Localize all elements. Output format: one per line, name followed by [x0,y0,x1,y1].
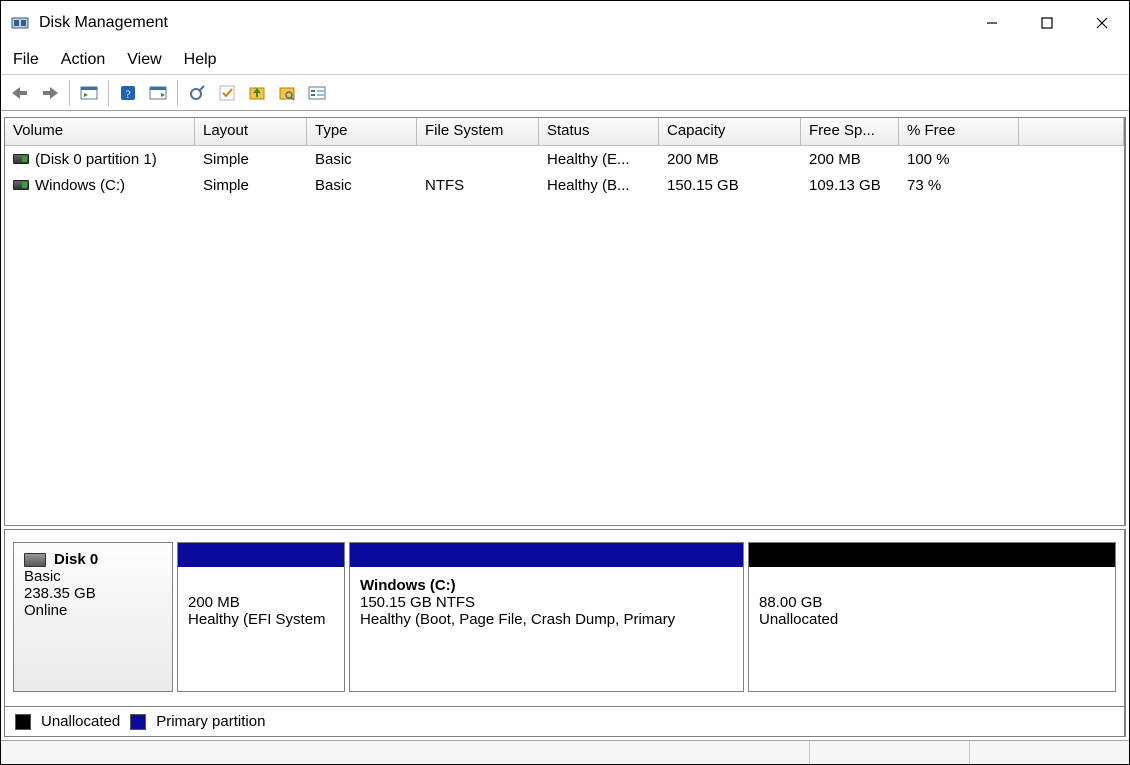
menu-view[interactable]: View [127,51,161,69]
partition-line1: 200 MB [188,594,334,611]
show-hide-console-tree-button[interactable] [76,80,102,106]
column-filesystem[interactable]: File System [417,118,539,145]
statusbar [1,740,1129,764]
disk-info-box[interactable]: Disk 0 Basic 238.35 GB Online [13,542,173,692]
partition-line1: 88.00 GB [759,594,1105,611]
legend-label-unallocated: Unallocated [41,713,120,730]
cell-pct: 100 % [899,149,1019,170]
disk-capacity: 238.35 GB [24,585,162,602]
window-controls [964,1,1129,45]
window-title: Disk Management [39,14,964,32]
disk-state: Online [24,602,162,619]
legend: Unallocated Primary partition [5,706,1124,736]
properties-button[interactable] [145,80,171,106]
close-button[interactable] [1074,1,1129,45]
up-button[interactable] [244,80,270,106]
cell-volume: (Disk 0 partition 1) [35,151,157,168]
disk-name: Disk 0 [54,551,98,568]
cell-type: Basic [307,175,417,196]
partition-color-band [749,543,1115,567]
cell-capacity: 200 MB [659,149,801,170]
cell-free: 109.13 GB [801,175,899,196]
column-capacity[interactable]: Capacity [659,118,801,145]
volume-list[interactable]: Volume Layout Type File System Status Ca… [4,117,1126,526]
partition-line2: Healthy (Boot, Page File, Crash Dump, Pr… [360,611,733,628]
column-volume[interactable]: Volume [5,118,195,145]
cell-status: Healthy (B... [539,175,659,196]
column-spacer [1019,118,1124,145]
menu-action[interactable]: Action [61,51,105,69]
maximize-button[interactable] [1019,1,1074,45]
partition-block[interactable]: Windows (C:) 150.15 GB NTFS Healthy (Boo… [349,542,744,692]
toolbar: ? [1,75,1129,111]
menubar: File Action View Help [1,45,1129,75]
cell-free: 200 MB [801,149,899,170]
svg-text:?: ? [125,87,130,101]
cell-capacity: 150.15 GB [659,175,801,196]
cell-layout: Simple [195,149,307,170]
legend-label-primary: Primary partition [156,713,265,730]
partition-title: Windows (C:) [360,577,733,594]
cell-type: Basic [307,149,417,170]
column-layout[interactable]: Layout [195,118,307,145]
volume-icon [13,154,29,164]
partition-line2: Unallocated [759,611,1105,628]
toolbar-separator [108,80,109,106]
disk-graphic-pane: Disk 0 Basic 238.35 GB Online 200 MB Hea… [4,529,1126,737]
refresh-button[interactable] [184,80,210,106]
menu-file[interactable]: File [13,51,39,69]
column-status[interactable]: Status [539,118,659,145]
column-type[interactable]: Type [307,118,417,145]
cell-pct: 73 % [899,175,1019,196]
explore-button[interactable] [274,80,300,106]
partition-color-band [178,543,344,567]
statusbar-filler [1,741,809,764]
partition-color-band [350,543,743,567]
minimize-button[interactable] [964,1,1019,45]
toolbar-separator [69,80,70,106]
forward-button[interactable] [37,80,63,106]
partition-block[interactable]: 200 MB Healthy (EFI System [177,542,345,692]
partition-line1: 150.15 GB NTFS [360,594,733,611]
app-icon [11,14,29,32]
legend-swatch-unallocated [15,714,31,730]
cell-volume: Windows (C:) [35,177,125,194]
disk-row: Disk 0 Basic 238.35 GB Online 200 MB Hea… [5,530,1124,696]
cell-status: Healthy (E... [539,149,659,170]
statusbar-cell [969,741,1129,764]
menu-help[interactable]: Help [184,51,217,69]
volume-icon [13,180,29,190]
partition-block[interactable]: 88.00 GB Unallocated [748,542,1116,692]
volume-list-rows: (Disk 0 partition 1) Simple Basic Health… [5,146,1124,525]
settings-button[interactable] [304,80,330,106]
volume-list-header: Volume Layout Type File System Status Ca… [5,118,1124,146]
disk-icon [24,553,46,567]
partition-line2: Healthy (EFI System [188,611,334,628]
table-row[interactable]: (Disk 0 partition 1) Simple Basic Health… [5,146,1124,172]
apply-button[interactable] [214,80,240,106]
column-free[interactable]: Free Sp... [801,118,899,145]
column-pct[interactable]: % Free [899,118,1019,145]
table-row[interactable]: Windows (C:) Simple Basic NTFS Healthy (… [5,172,1124,198]
cell-layout: Simple [195,175,307,196]
legend-swatch-primary [130,714,146,730]
statusbar-cell [809,741,969,764]
disk-partitions: 200 MB Healthy (EFI System Windows (C:) … [177,542,1116,692]
back-button[interactable] [7,80,33,106]
toolbar-separator [177,80,178,106]
titlebar: Disk Management [1,1,1129,45]
cell-filesystem [417,157,539,161]
help-button[interactable]: ? [115,80,141,106]
disk-type: Basic [24,568,162,585]
cell-filesystem: NTFS [417,175,539,196]
